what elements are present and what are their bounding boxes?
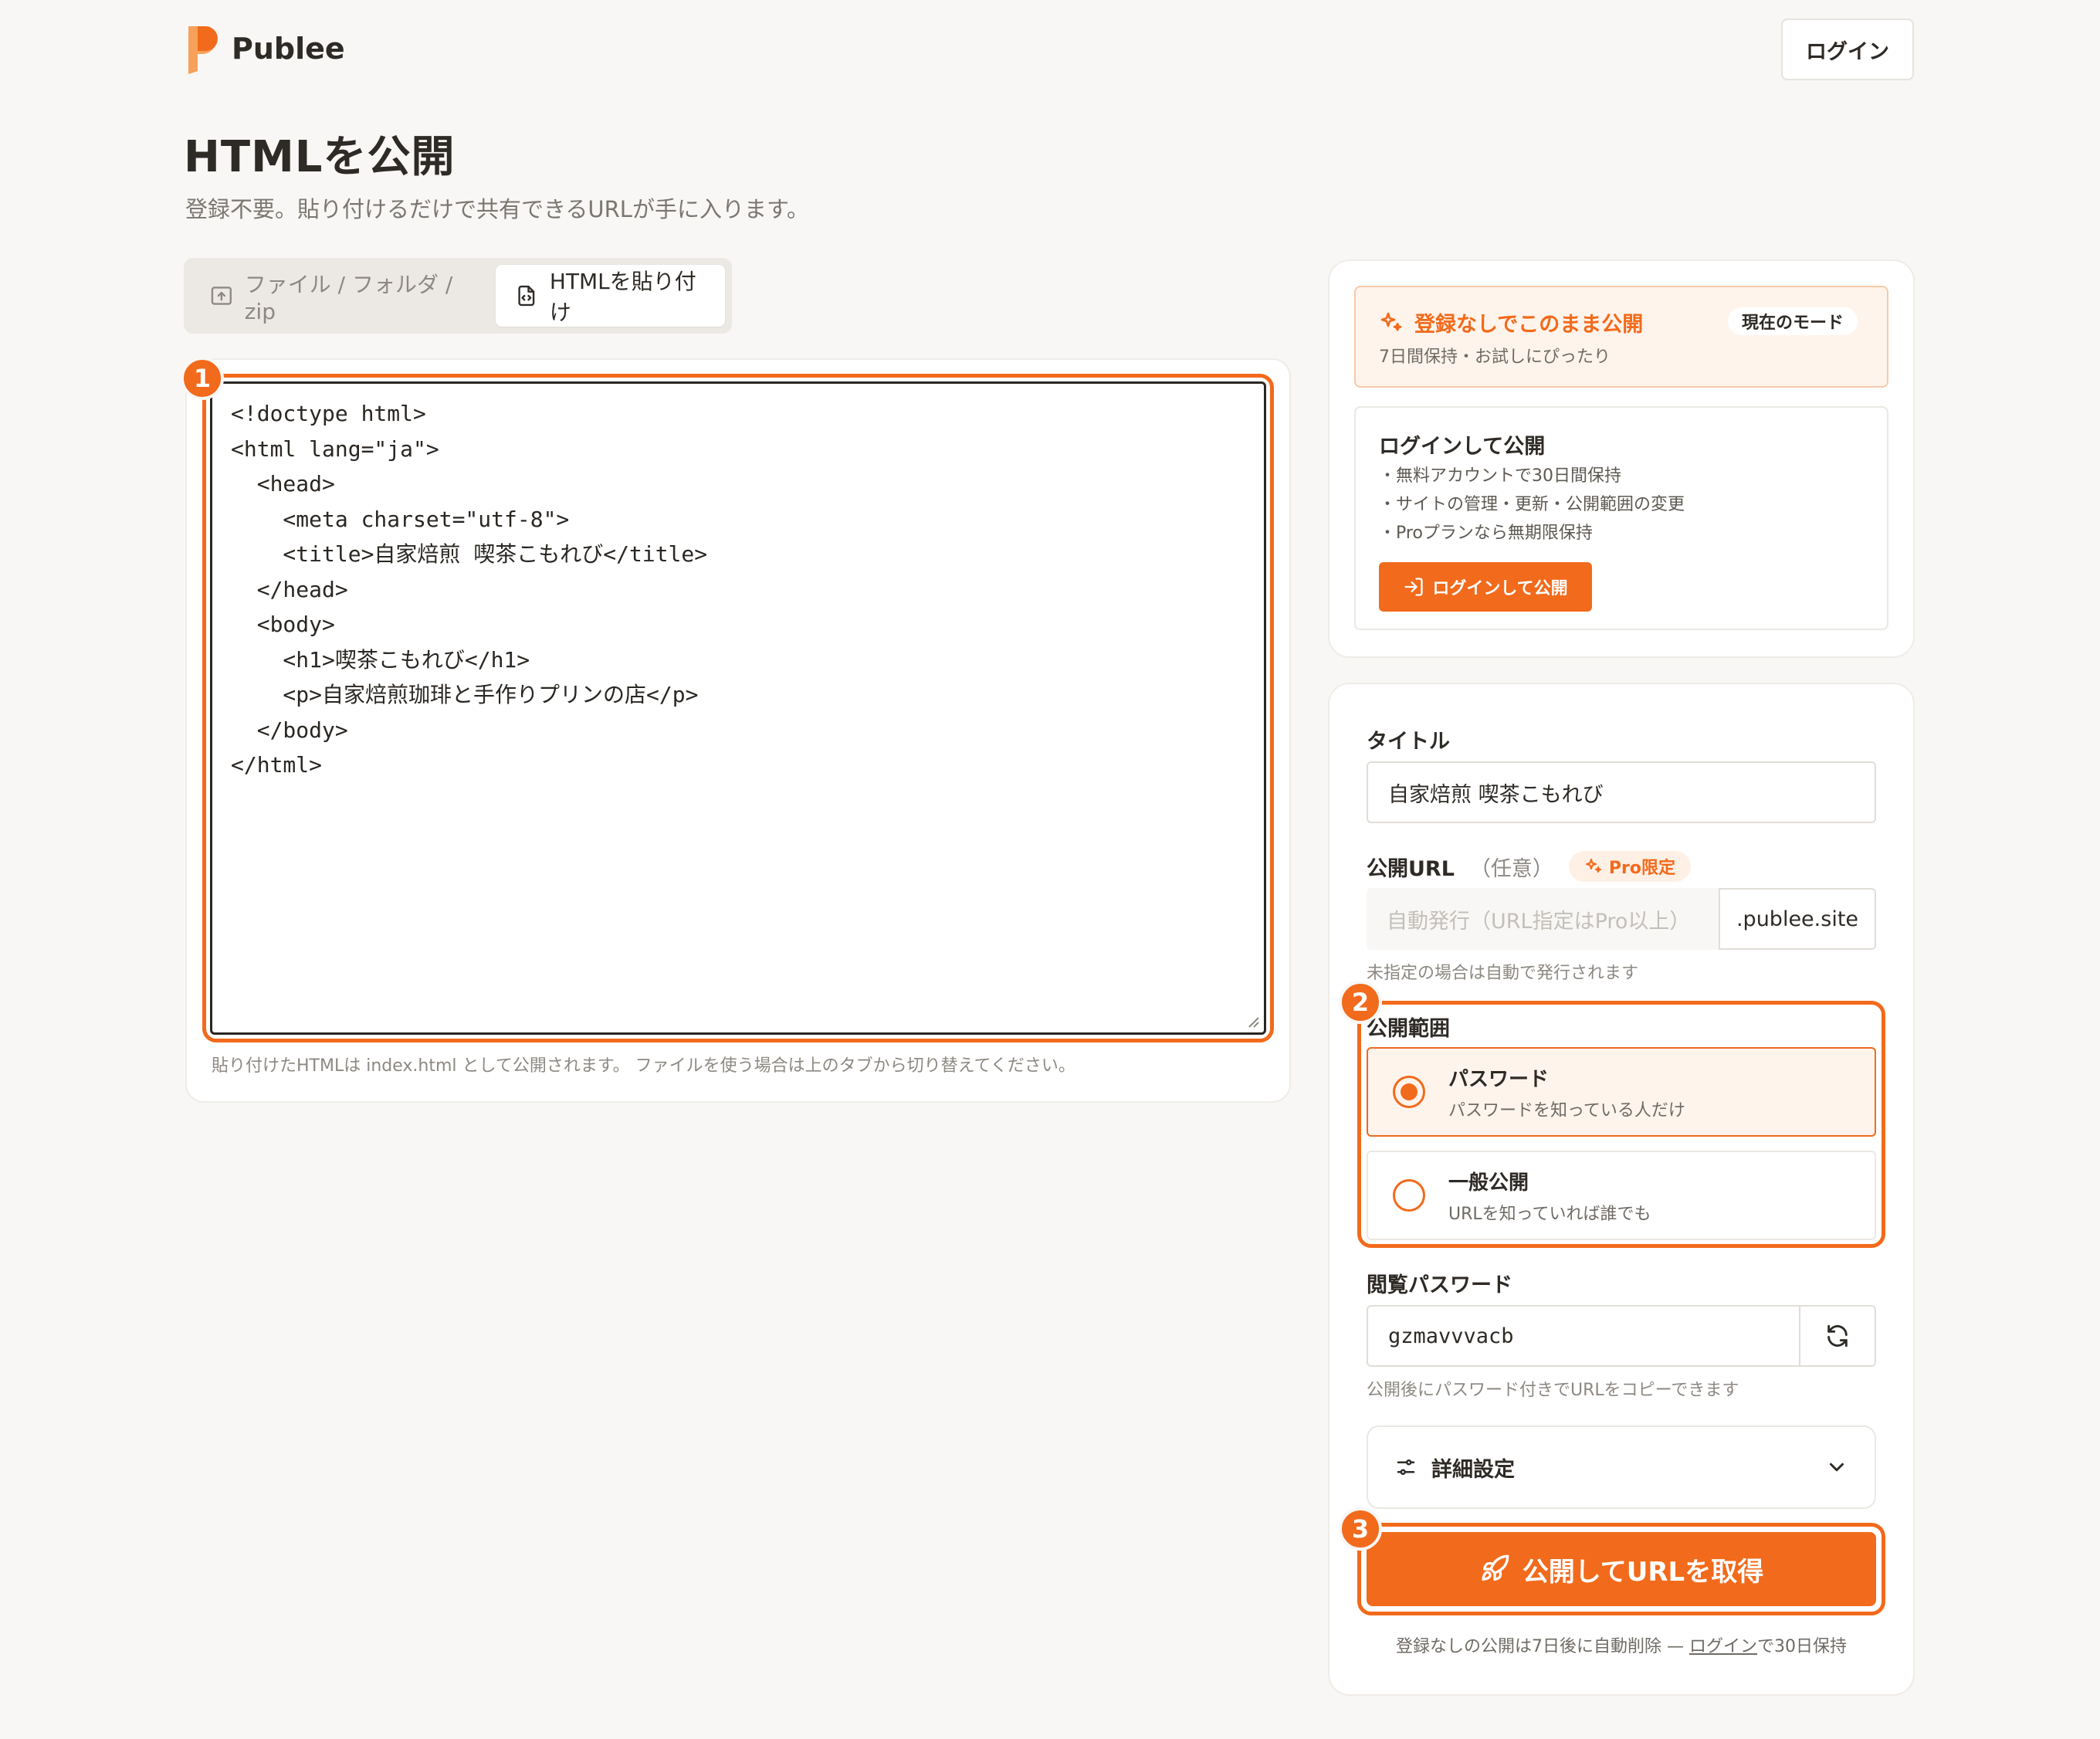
editor-note: 貼り付けたHTMLは index.html として公開されます。 ファイルを使う… <box>212 1056 1075 1076</box>
mode-anonymous-title: 登録なしでこのまま公開 <box>1379 307 1643 337</box>
visibility-label: 公開範囲 <box>1367 1017 1450 1041</box>
benefit-item: ・サイトの管理・更新・公開範囲の変更 <box>1379 495 1685 514</box>
upload-icon <box>211 286 232 305</box>
url-optional-label: （任意） <box>1469 856 1553 881</box>
visibility-option-password[interactable]: パスワード パスワードを知っている人だけ <box>1367 1047 1876 1137</box>
login-link[interactable]: ログイン <box>1689 1637 1757 1656</box>
refresh-icon <box>1827 1324 1848 1347</box>
step-badge-2: 2 <box>1339 981 1382 1024</box>
rocket-icon <box>1482 1554 1509 1581</box>
password-input[interactable]: gzmavvvacb <box>1367 1305 1800 1367</box>
url-hint: 未指定の場合は自動で発行されます <box>1367 964 1639 983</box>
option-desc: URLを知っていれば誰でも <box>1448 1204 1651 1224</box>
benefit-item: ・無料アカウントで30日間保持 <box>1379 466 1621 486</box>
url-domain-suffix: .publee.site <box>1719 888 1876 950</box>
mode-login-title: ログインして公開 <box>1379 435 1546 459</box>
resize-handle-icon[interactable] <box>1246 1015 1260 1029</box>
current-mode-badge: 現在のモード <box>1728 307 1858 335</box>
publish-button-label: 公開してURLを取得 <box>1522 1556 1764 1588</box>
tab-file-folder-zip[interactable]: ファイル / フォルダ / zip <box>191 265 493 327</box>
visibility-option-public[interactable]: 一般公開 URLを知っていれば誰でも <box>1367 1151 1876 1240</box>
sliders-icon <box>1397 1459 1415 1475</box>
benefit-item: ・Proプランなら無期限保持 <box>1379 524 1593 543</box>
title-label: タイトル <box>1367 730 1450 754</box>
sparkle-icon <box>1380 312 1402 331</box>
url-label-row: 公開URL （任意） Pro限定 <box>1367 851 1692 882</box>
brand-logo[interactable]: Publee <box>184 23 345 74</box>
step-badge-1: 1 <box>181 357 224 400</box>
source-tabs: ファイル / フォルダ / zip HTMLを貼り付け <box>184 258 732 334</box>
page-subtitle: 登録不要。貼り付けるだけで共有できるURLが手に入ります。 <box>185 196 810 222</box>
brand-name: Publee <box>232 32 345 66</box>
url-label: 公開URL <box>1367 856 1455 881</box>
code-file-icon <box>518 285 535 307</box>
pro-only-badge: Pro限定 <box>1568 851 1692 882</box>
publish-note: 登録なしの公開は7日後に自動削除 — ログインで30日保持 <box>1395 1637 1847 1656</box>
header-login-button[interactable]: ログイン <box>1781 19 1914 80</box>
mode-login-benefits: ・無料アカウントで30日間保持 ・サイトの管理・更新・公開範囲の変更 ・Proプ… <box>1379 462 1685 547</box>
title-input[interactable]: 自家焙煎 喫茶こもれび <box>1367 761 1876 823</box>
radio-unselected[interactable] <box>1393 1179 1425 1212</box>
publish-button[interactable]: 公開してURLを取得 <box>1367 1532 1876 1606</box>
page-title: HTMLを公開 <box>184 132 456 182</box>
option-desc: パスワードを知っている人だけ <box>1448 1100 1685 1120</box>
regenerate-password-button[interactable] <box>1799 1305 1876 1367</box>
radio-selected[interactable] <box>1393 1076 1425 1108</box>
advanced-settings-label: 詳細設定 <box>1431 1457 1515 1482</box>
publee-logo-icon <box>184 23 219 74</box>
tab-label: ファイル / フォルダ / zip <box>244 271 453 324</box>
option-name: パスワード <box>1448 1067 1550 1091</box>
custom-url-input: 自動発行（URL指定はPro以上） <box>1367 888 1719 950</box>
html-textarea[interactable]: <!doctype html> <html lang="ja"> <head> … <box>210 381 1266 1035</box>
option-name: 一般公開 <box>1448 1171 1529 1195</box>
chevron-down-icon <box>1830 1463 1844 1472</box>
tab-label: HTMLを貼り付け <box>549 269 696 325</box>
login-arrow-icon <box>1404 578 1423 596</box>
tab-paste-html[interactable]: HTMLを貼り付け <box>496 265 725 327</box>
password-label: 閲覧パスワード <box>1367 1273 1512 1297</box>
login-and-publish-button[interactable]: ログインして公開 <box>1379 562 1592 612</box>
mode-anonymous-desc: 7日間保持・お試しにぴったり <box>1379 347 1611 367</box>
password-hint: 公開後にパスワード付きでURLをコピーできます <box>1367 1381 1739 1400</box>
step-badge-3: 3 <box>1339 1507 1382 1551</box>
advanced-settings-toggle[interactable]: 詳細設定 <box>1367 1425 1876 1509</box>
sparkle-icon <box>1585 859 1601 873</box>
